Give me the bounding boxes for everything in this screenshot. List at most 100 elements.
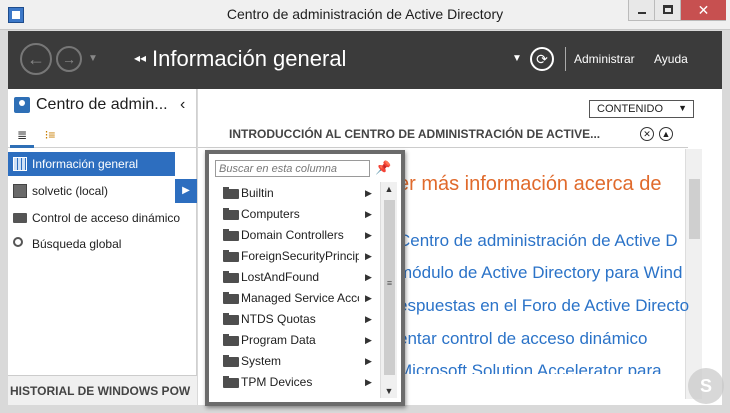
help-link[interactable]: Microsoft Solution Accelerator para (398, 361, 662, 374)
nav-item-dynamic-access-control[interactable]: Control de acceso dinámico (8, 206, 197, 230)
arrow-left-icon: ← (27, 49, 45, 69)
title-bar: Centro de administración de Active Direc… (0, 0, 730, 30)
manage-menu[interactable]: Administrar (574, 52, 635, 66)
chevron-right-icon[interactable]: ▶ (365, 288, 372, 309)
chevron-up-icon: ▲ (661, 129, 671, 139)
forward-button[interactable]: → (56, 46, 82, 72)
nav-item-label: solvetic (local) (32, 184, 109, 198)
content-dropdown[interactable]: CONTENIDO ▼ (589, 100, 694, 118)
minimize-icon (638, 12, 646, 14)
close-button[interactable]: ✕ (680, 0, 726, 21)
maximize-button[interactable] (654, 0, 680, 21)
folder-icon (223, 334, 239, 346)
nav-item-domain[interactable]: solvetic (local) (8, 179, 197, 203)
window-title: Centro de administración de Active Direc… (226, 6, 504, 22)
navigation-bar: ← → ▼ ◂◂ Información general ▼ ⟳ Adminis… (8, 31, 722, 89)
chevron-right-icon[interactable]: ▶ (365, 309, 372, 330)
list-view-tab[interactable]: ≣ (10, 124, 34, 148)
list-item[interactable]: TPM Devices ▶ (209, 372, 379, 393)
chevron-right-icon[interactable]: ▶ (365, 372, 372, 393)
close-icon: ✕ (643, 129, 651, 139)
navigation-pane-title: Centro de admin... (36, 96, 168, 113)
breadcrumb-title: Información general (152, 46, 347, 71)
refresh-icon: ⟳ (536, 51, 548, 67)
chevron-down-icon[interactable]: ▼ (512, 53, 522, 64)
tree-view-tab[interactable]: ⁝≡ (38, 124, 62, 148)
list-item-label: Managed Service Accounts (241, 291, 359, 305)
flyout-scrollbar[interactable]: ▲ ≡ ▼ (380, 182, 397, 398)
help-link[interactable]: entar control de acceso dinámico (398, 329, 647, 349)
powershell-history-bar[interactable]: HISTORIAL DE WINDOWS POW (8, 375, 197, 405)
back-button[interactable]: ← (20, 43, 52, 75)
server-icon (13, 184, 27, 198)
list-item[interactable]: ForeignSecurityPrincipals ▶ (209, 246, 379, 267)
list-item[interactable]: Managed Service Accounts ▶ (209, 288, 379, 309)
content-scrollbar[interactable] (685, 149, 702, 399)
close-icon: ✕ (697, 2, 710, 18)
list-item[interactable]: LostAndFound ▶ (209, 267, 379, 288)
chevron-right-icon[interactable]: ▶ (365, 183, 372, 204)
folder-icon (223, 292, 239, 304)
grid-icon (13, 157, 27, 171)
list-item-label: Program Data (241, 333, 316, 347)
help-link[interactable]: espuestas en el Foro de Active Directo (398, 296, 689, 316)
folder-icon (223, 250, 239, 262)
breadcrumb-arrows-icon[interactable]: ◂◂ (134, 51, 146, 65)
search-icon (13, 237, 23, 247)
list-item-label: ForeignSecurityPrincipals (241, 249, 359, 263)
app-window: Centro de administración de Active Direc… (0, 0, 730, 413)
scroll-up-icon[interactable]: ▲ (381, 184, 397, 194)
navigation-pane: Centro de admin... ‹ ≣ ⁝≡ Información ge… (8, 89, 197, 405)
column-search-input[interactable]: Buscar en esta columna (215, 160, 370, 177)
list-item[interactable]: NTDS Quotas ▶ (209, 309, 379, 330)
pin-icon[interactable]: 📌 (375, 160, 391, 176)
minimize-button[interactable] (628, 0, 654, 21)
help-link[interactable]: módulo de Active Directory para Wind (398, 263, 682, 283)
nav-item-global-search[interactable]: Búsqueda global (8, 232, 197, 256)
folder-icon (223, 229, 239, 241)
list-item[interactable]: Computers ▶ (209, 204, 379, 225)
folder-icon (223, 355, 239, 367)
collapse-pane-button[interactable]: ‹ (180, 96, 185, 114)
collapse-section-button[interactable]: ▲ (659, 127, 673, 141)
chevron-right-icon[interactable]: ▶ (365, 267, 372, 288)
content-dropdown-label: CONTENIDO (597, 103, 663, 115)
chevron-right-icon[interactable]: ▶ (365, 204, 372, 225)
list-item-label: LostAndFound (241, 270, 320, 284)
help-link[interactable]: Centro de administración de Active D (398, 231, 678, 251)
list-item[interactable]: Builtin ▶ (209, 183, 379, 204)
list-item-label: System (241, 354, 282, 368)
list-item[interactable]: Program Data ▶ (209, 330, 379, 351)
history-dropdown-icon[interactable]: ▼ (88, 53, 98, 64)
folder-icon (223, 376, 239, 388)
chevron-right-icon[interactable]: ▶ (365, 225, 372, 246)
help-menu[interactable]: Ayuda (654, 52, 688, 66)
chevron-down-icon: ▼ (678, 103, 687, 113)
scrollbar-thumb[interactable] (689, 179, 700, 239)
grip-icon: ≡ (386, 278, 393, 288)
list-item-label: TPM Devices (241, 375, 313, 389)
expand-arrow-button[interactable]: ▶ (175, 179, 197, 203)
list-item-label: NTDS Quotas (241, 312, 316, 326)
navigation-pane-header: Centro de admin... ‹ (8, 89, 197, 121)
learn-more-heading: er más información acerca de (398, 173, 662, 195)
list-item-label: Computers (241, 207, 300, 221)
user-icon (14, 97, 30, 113)
close-section-button[interactable]: ✕ (640, 127, 654, 141)
maximize-icon (663, 5, 673, 14)
refresh-button[interactable]: ⟳ (530, 47, 554, 71)
list-item[interactable]: Domain Controllers ▶ (209, 225, 379, 246)
chevron-right-icon[interactable]: ▶ (365, 351, 372, 372)
section-heading: INTRODUCCIÓN AL CENTRO DE ADMINISTRACIÓN… (229, 127, 601, 141)
arrow-right-icon: → (62, 51, 76, 67)
scroll-down-icon[interactable]: ▼ (381, 386, 397, 396)
list-item[interactable]: System ▶ (209, 351, 379, 372)
column-flyout: Buscar en esta columna 📌 Builtin ▶ Compu… (205, 150, 405, 406)
chevron-right-icon[interactable]: ▶ (365, 330, 372, 351)
nav-item-label: Control de acceso dinámico (32, 211, 181, 225)
list-item-label: Domain Controllers (241, 228, 344, 242)
folder-icon (223, 271, 239, 283)
nav-item-overview[interactable]: Información general (8, 152, 175, 176)
chevron-right-icon[interactable]: ▶ (365, 246, 372, 267)
nav-item-label: Búsqueda global (32, 237, 122, 251)
